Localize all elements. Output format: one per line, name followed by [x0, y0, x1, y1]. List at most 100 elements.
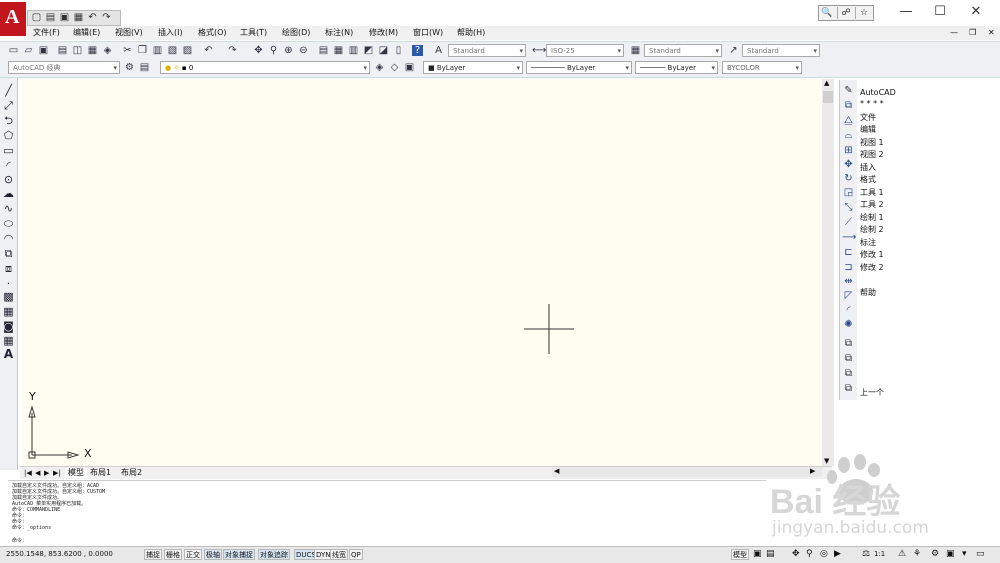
- menu-format[interactable]: 格式(O): [198, 27, 227, 39]
- screen-menu-item[interactable]: 帮助: [860, 288, 876, 298]
- 3d-dwf-icon[interactable]: ◈: [102, 45, 113, 56]
- screen-menu-item[interactable]: 工具 2: [860, 200, 884, 210]
- vertical-scroll-thumb[interactable]: [823, 91, 833, 103]
- hatch-icon[interactable]: ▩: [2, 290, 15, 303]
- toggle-polar[interactable]: 极轴: [204, 549, 222, 560]
- tab-last-icon[interactable]: ▶|: [53, 468, 61, 478]
- clean-screen-icon[interactable]: ▭: [976, 549, 985, 559]
- plot-style-select[interactable]: BYCOLOR ▾: [722, 61, 802, 74]
- match-properties-icon[interactable]: ▧: [167, 45, 178, 56]
- circle-icon[interactable]: ⊙: [2, 173, 15, 186]
- draw-order-front-icon[interactable]: ⧉: [842, 338, 855, 349]
- menu-help[interactable]: 帮助(H): [457, 27, 485, 39]
- auto-scale-icon[interactable]: ⚘: [913, 549, 921, 559]
- toggle-lineweight[interactable]: 线宽: [330, 549, 348, 560]
- paste-icon[interactable]: ▥: [152, 45, 163, 56]
- insert-block-icon[interactable]: ⧉: [2, 247, 15, 260]
- publish-icon[interactable]: ▦: [87, 45, 98, 56]
- app-logo[interactable]: A: [0, 2, 26, 36]
- rotate-icon[interactable]: ↻: [842, 173, 855, 184]
- tab-first-icon[interactable]: |◀: [24, 468, 32, 478]
- quick-view-layouts-icon[interactable]: ▣: [753, 549, 762, 559]
- screen-menu-item[interactable]: * * * *: [860, 99, 884, 109]
- layer-previous-icon[interactable]: ◇: [389, 62, 400, 73]
- explode-icon[interactable]: ✺: [842, 319, 855, 330]
- toggle-ortho[interactable]: 正交: [184, 549, 202, 560]
- chamfer-icon[interactable]: ◸: [842, 290, 855, 301]
- multileader-style-select[interactable]: Standard ▾: [742, 44, 820, 57]
- model-space-button[interactable]: 模型: [731, 549, 749, 560]
- command-prompt[interactable]: 命令：: [12, 538, 27, 544]
- trim-icon[interactable]: ⟋: [842, 217, 855, 228]
- screen-menu-item[interactable]: 格式: [860, 175, 876, 185]
- screen-menu-item[interactable]: 工具 1: [860, 188, 884, 198]
- toggle-snap[interactable]: 捕捉: [144, 549, 162, 560]
- break-icon[interactable]: ⊐: [842, 262, 855, 273]
- open-icon[interactable]: ▱: [23, 45, 34, 56]
- showmotion-icon[interactable]: ▶: [834, 549, 841, 559]
- screen-menu-item[interactable]: 视图 1: [860, 138, 884, 148]
- screen-menu-item[interactable]: 修改 1: [860, 250, 884, 260]
- pan-status-icon[interactable]: ✥: [792, 549, 800, 559]
- table-style-select[interactable]: Standard ▾: [644, 44, 722, 57]
- point-icon[interactable]: ·: [2, 277, 15, 290]
- screen-menu-item[interactable]: 绘制 1: [860, 213, 884, 223]
- redo-icon[interactable]: ↷: [227, 45, 238, 56]
- new-icon[interactable]: ▭: [8, 45, 19, 56]
- scroll-up-icon[interactable]: ▲: [824, 79, 829, 87]
- pan-icon[interactable]: ✥: [253, 45, 264, 56]
- qat-new-icon[interactable]: ▢: [31, 12, 42, 23]
- tab-next-icon[interactable]: ▶: [44, 468, 49, 478]
- dim-style-select[interactable]: ISO-25 ▾: [546, 44, 624, 57]
- text-style-select[interactable]: Standard ▾: [448, 44, 526, 57]
- annotation-scale-value[interactable]: 1:1: [874, 550, 885, 558]
- maximize-button[interactable]: ☐: [929, 4, 951, 20]
- plot-preview-icon[interactable]: ◫: [72, 45, 83, 56]
- doc-restore-button[interactable]: ❐: [969, 27, 976, 39]
- screen-menu-item[interactable]: 上一个: [860, 388, 884, 398]
- communication-icon[interactable]: ☍: [837, 7, 854, 19]
- ellipse-icon[interactable]: ⬭: [2, 217, 15, 230]
- search-icon[interactable]: 🔍: [819, 7, 835, 19]
- make-block-icon[interactable]: ⧈: [2, 262, 15, 275]
- polygon-icon[interactable]: ⬠: [2, 129, 15, 142]
- layer-states-icon[interactable]: ▣: [404, 62, 415, 73]
- table-icon[interactable]: ▦: [2, 334, 15, 347]
- scale-icon[interactable]: ◲: [842, 187, 855, 198]
- screen-menu-item[interactable]: 视图 2: [860, 150, 884, 160]
- qat-redo-icon[interactable]: ↷: [101, 12, 112, 23]
- gradient-icon[interactable]: ▦: [2, 305, 15, 318]
- tool-palettes-icon[interactable]: ▥: [348, 45, 359, 56]
- undo-icon[interactable]: ↶: [203, 45, 214, 56]
- save-icon[interactable]: ▣: [38, 45, 49, 56]
- construction-line-icon[interactable]: ⤢: [2, 99, 15, 112]
- copy-icon[interactable]: ❐: [137, 45, 148, 56]
- status-menu-icon[interactable]: ▾: [962, 549, 967, 559]
- help-icon[interactable]: ?: [412, 45, 423, 56]
- erase-icon[interactable]: ✎: [842, 85, 855, 96]
- qat-print-icon[interactable]: ▦: [73, 12, 84, 23]
- draw-order-above-icon[interactable]: ⧉: [842, 368, 855, 379]
- join-icon[interactable]: ⇹: [842, 276, 855, 287]
- menu-edit[interactable]: 编辑(E): [73, 27, 100, 39]
- menu-insert[interactable]: 插入(I): [158, 27, 183, 39]
- qat-open-icon[interactable]: ▤: [45, 12, 56, 23]
- layer-manager-icon[interactable]: ▤: [139, 62, 150, 73]
- menu-dimension[interactable]: 标注(N): [325, 27, 353, 39]
- calculator-icon[interactable]: ▯: [393, 45, 404, 56]
- steering-wheel-icon[interactable]: ◎: [820, 549, 828, 559]
- zoom-previous-icon[interactable]: ⊖: [298, 45, 309, 56]
- break-at-point-icon[interactable]: ⊏: [842, 247, 855, 258]
- arc-icon[interactable]: ◜: [2, 159, 15, 172]
- offset-icon[interactable]: ⌓: [842, 130, 855, 141]
- design-center-icon[interactable]: ▦: [333, 45, 344, 56]
- draw-order-back-icon[interactable]: ⧉: [842, 353, 855, 364]
- menu-draw[interactable]: 绘图(D): [282, 27, 310, 39]
- menu-tools[interactable]: 工具(T): [240, 27, 267, 39]
- zoom-status-icon[interactable]: ⚲: [806, 549, 813, 559]
- zoom-window-icon[interactable]: ⊕: [283, 45, 294, 56]
- stretch-icon[interactable]: ⤡: [842, 202, 855, 213]
- rectangle-icon[interactable]: ▭: [2, 144, 15, 157]
- toggle-grid[interactable]: 栅格: [164, 549, 182, 560]
- move-icon[interactable]: ✥: [842, 159, 855, 170]
